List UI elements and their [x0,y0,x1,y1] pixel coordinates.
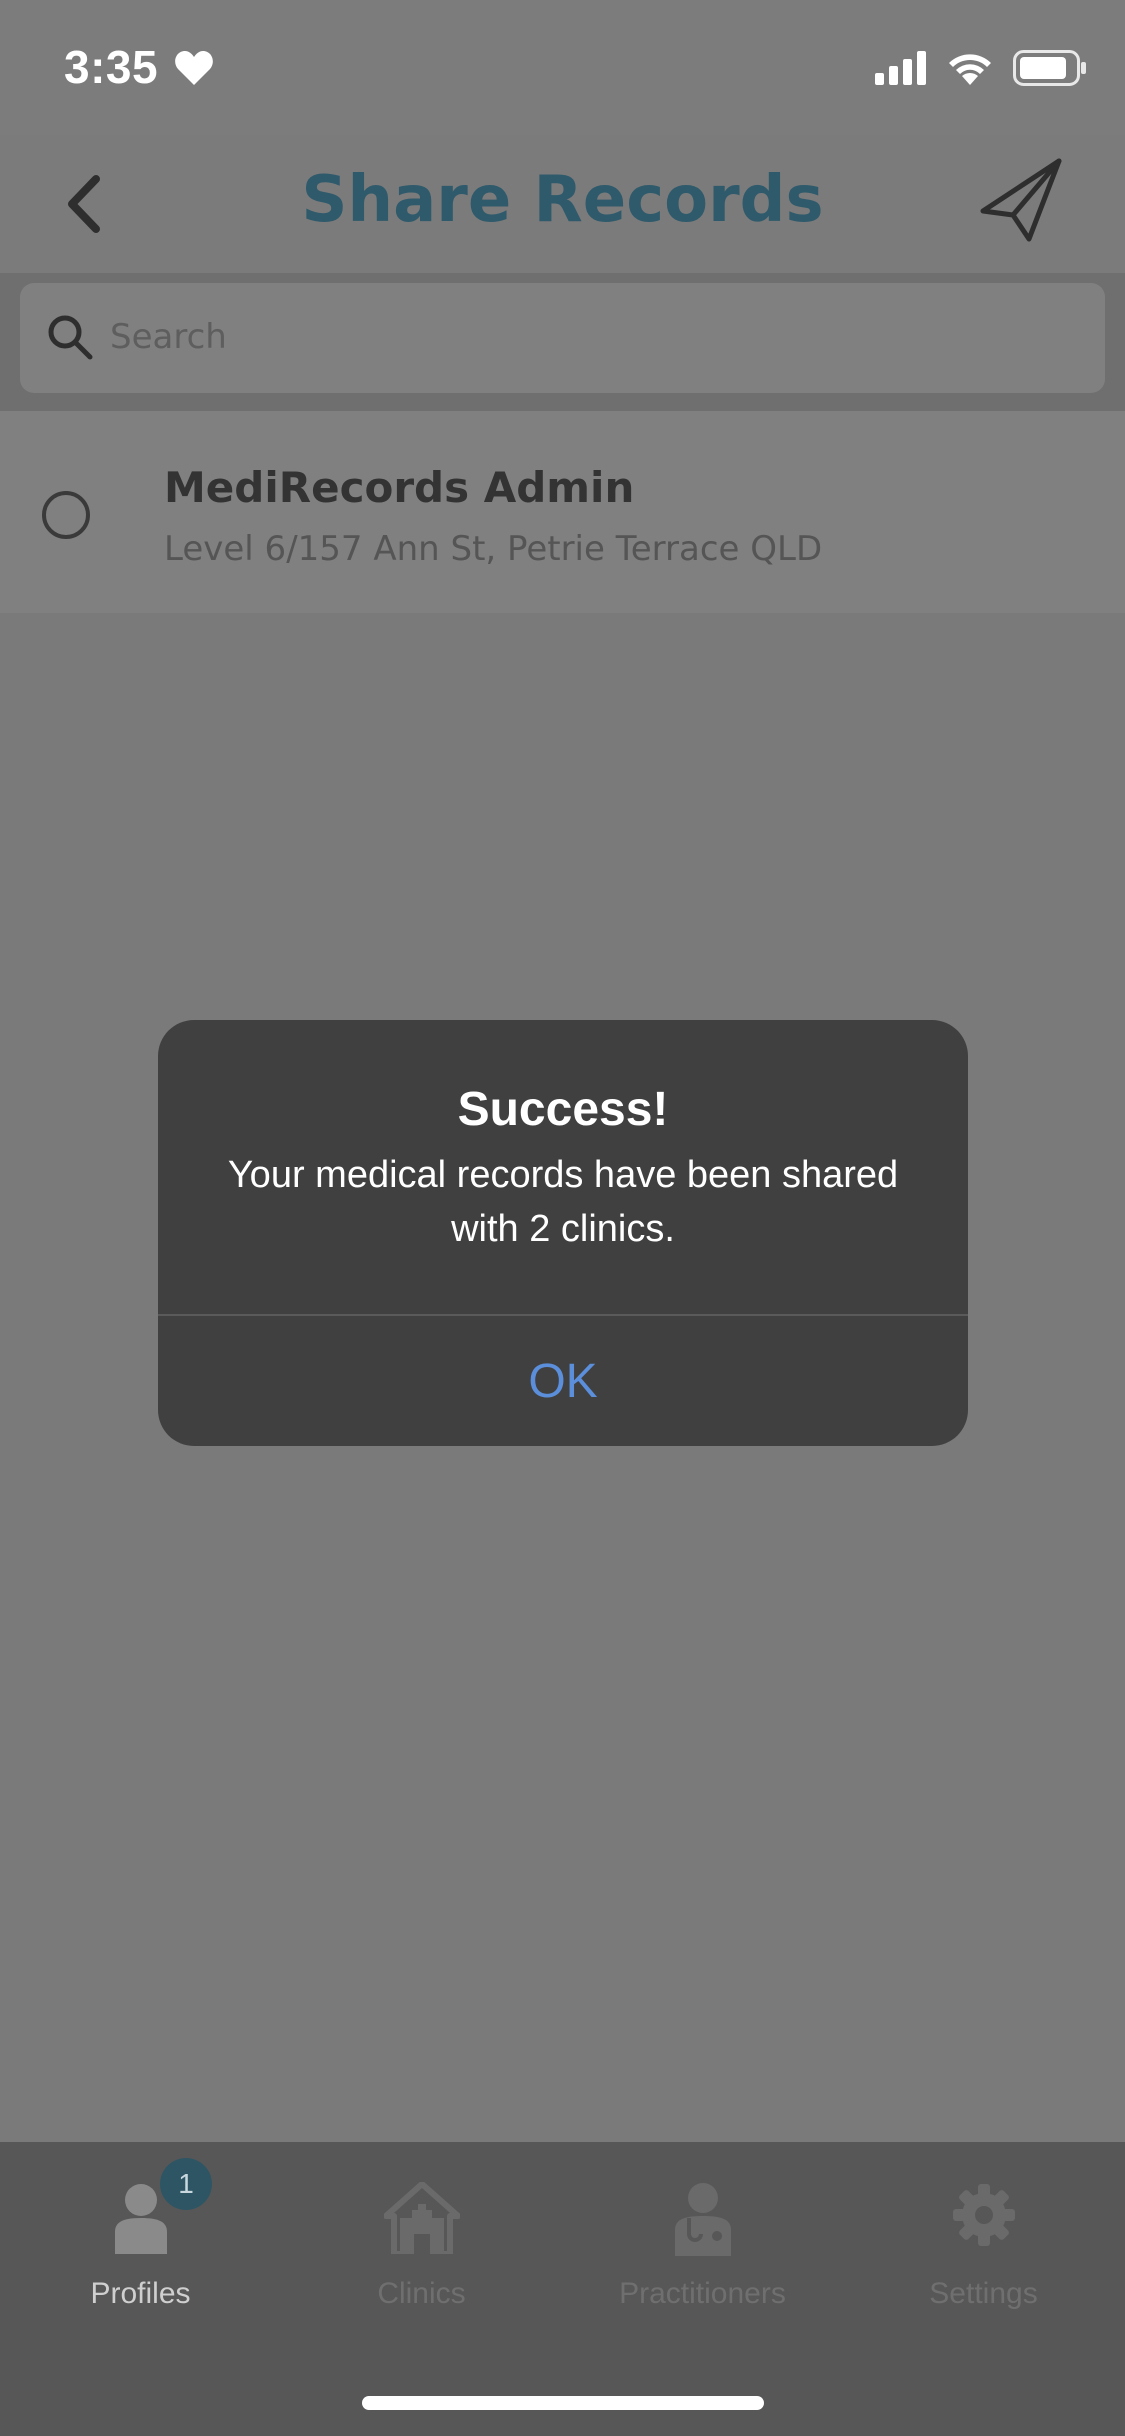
tab-label: Profiles [90,2277,191,2310]
clinic-icon [382,2181,461,2259]
radio-button[interactable] [42,491,90,539]
status-icons [875,50,1087,91]
gear-icon [951,2182,1017,2253]
tab-label: Practitioners [619,2277,786,2310]
doctor-icon [671,2182,735,2261]
page-title: Share Records [301,163,824,237]
search-icon [46,313,94,361]
home-indicator[interactable] [362,2396,764,2410]
tab-practitioners[interactable]: Practitioners [562,2182,843,2342]
navigation-bar: Share Records [0,135,1125,273]
cellular-signal-icon [875,51,927,90]
tab-settings[interactable]: Settings [843,2182,1124,2342]
tab-label: Clinics [377,2277,466,2310]
heart-icon [174,50,214,91]
send-button[interactable] [977,155,1065,243]
status-time: 3:35 [64,41,159,93]
clinic-address: Level 6/157 Ann St, Petrie Terrace QLD [164,529,823,569]
list-item[interactable]: MediRecords Admin Level 6/157 Ann St, Pe… [0,411,1125,613]
alert-title: Success! [457,1083,669,1136]
wifi-icon [947,51,993,90]
tab-label: Settings [929,2277,1038,2310]
clinic-name: MediRecords Admin [164,463,635,512]
status-bar: 3:35 [0,0,1125,135]
search-bar[interactable] [20,283,1105,393]
alert-message: Your medical records have been shared wi… [227,1154,899,1250]
tab-profiles[interactable]: 1 Profiles [0,2158,281,2342]
tab-clinics[interactable]: Clinics [281,2181,562,2342]
battery-icon [1013,50,1087,91]
tab-bar: 1 Profiles Clinics Practitioners Setting… [0,2142,1125,2436]
search-bar-container [0,273,1125,411]
ok-button[interactable]: OK [158,1316,968,1446]
notification-badge: 1 [160,2158,212,2210]
paper-plane-icon [980,158,1062,242]
success-alert: Success! Your medical records have been … [158,1020,968,1446]
search-input[interactable] [110,307,1070,367]
